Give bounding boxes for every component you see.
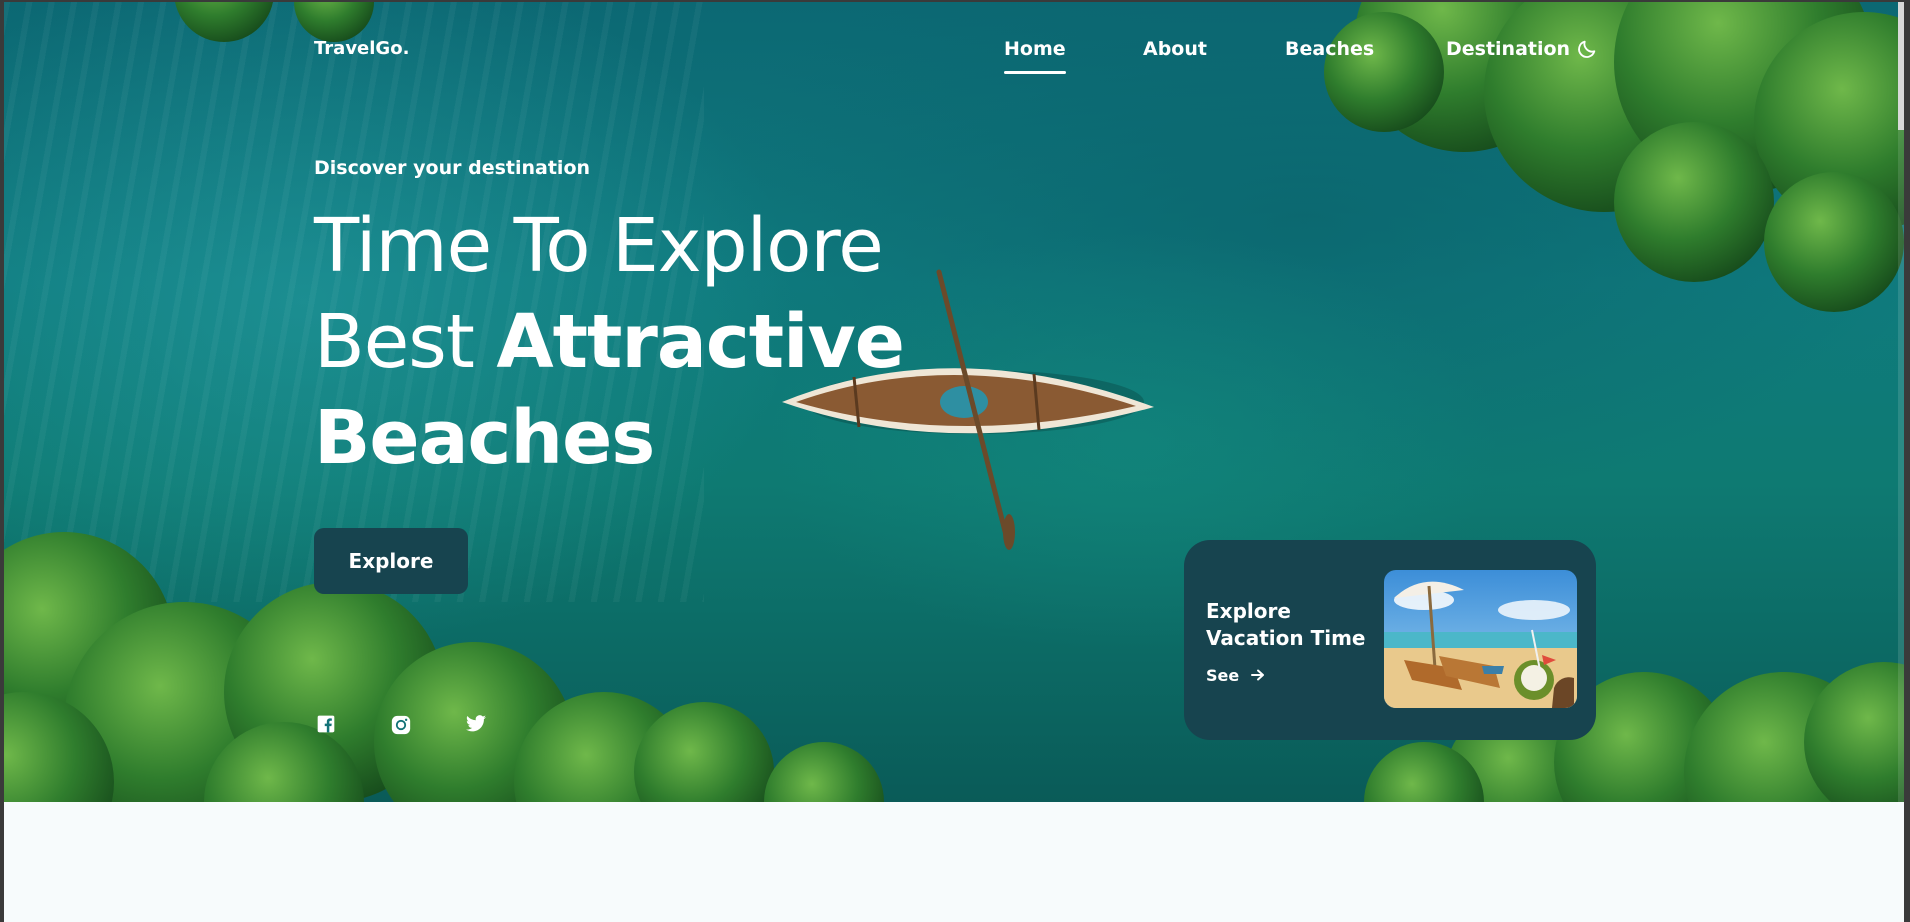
hero-subtitle: Discover your destination [314,157,591,179]
beach-vacation-image [1384,570,1577,708]
scrollbar-track[interactable] [1898,2,1904,802]
card-title-line-1: Explore [1206,599,1291,623]
theme-toggle-button[interactable] [1576,38,1598,60]
instagram-icon [391,715,411,735]
twitter-link[interactable] [465,714,487,736]
explore-button[interactable]: Explore [314,528,468,594]
card-title: Explore Vacation Time [1206,598,1366,652]
card-title-line-2: Vacation Time [1206,626,1366,650]
headline-line-3-bold: Beaches [314,395,655,481]
hero-section: TravelGo. Home About Beaches Destination… [4,2,1904,802]
site-logo[interactable]: TravelGo. [314,38,409,59]
nav-link-home[interactable]: Home [1004,38,1066,74]
top-navigation: TravelGo. Home About Beaches Destination [4,2,1904,92]
hero-headline: Time To Explore Best Attractive Beaches [314,198,905,486]
nav-link-about[interactable]: About [1143,38,1207,60]
nav-link-destination[interactable]: Destination [1446,38,1570,60]
facebook-icon [317,715,335,733]
arrow-right-icon [1245,666,1265,685]
instagram-link[interactable] [390,714,412,736]
card-see-link[interactable]: See [1206,666,1265,685]
headline-line-2-bold: Attractive [496,299,904,385]
next-section [4,802,1904,922]
headline-line-1: Time To Explore [314,203,884,289]
facebook-link[interactable] [316,714,338,736]
card-see-label: See [1206,666,1240,685]
headline-line-2-light: Best [314,299,475,385]
vacation-card[interactable]: Explore Vacation Time See [1184,540,1596,740]
moon-icon [1578,40,1596,58]
nav-link-beaches[interactable]: Beaches [1285,38,1374,60]
browser-viewport: TravelGo. Home About Beaches Destination… [4,2,1904,922]
twitter-icon [466,715,486,732]
